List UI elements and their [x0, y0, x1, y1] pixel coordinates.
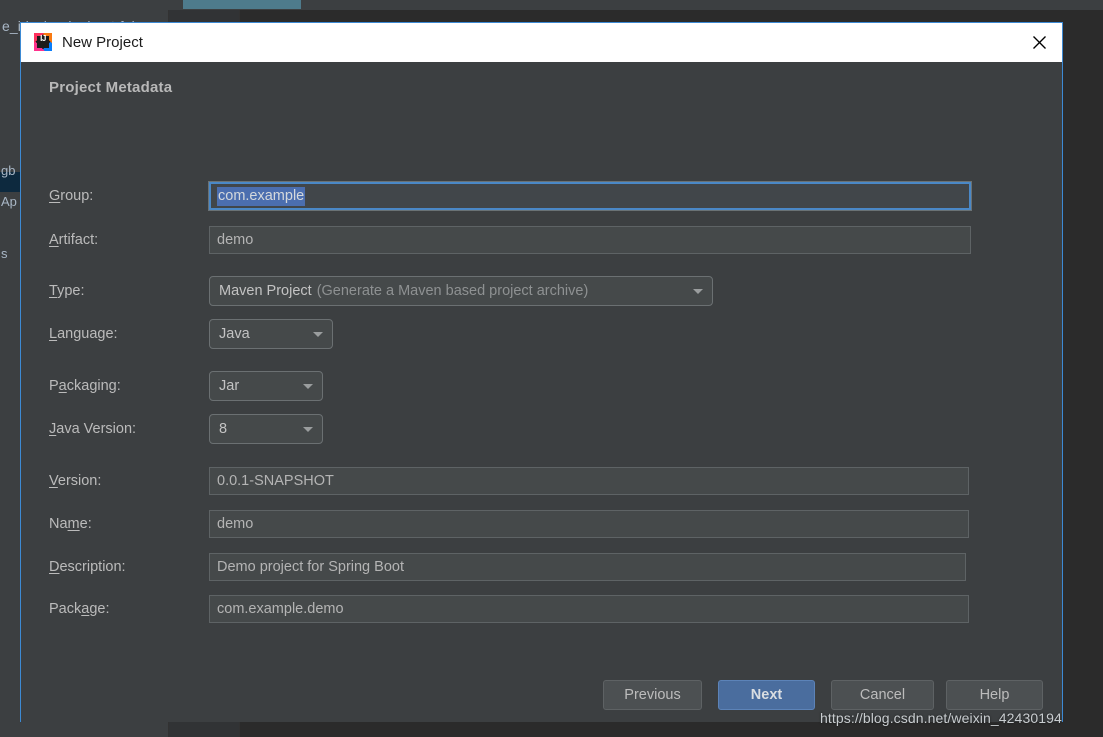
label-artifact: Artifact: [49, 232, 99, 248]
form-row-name: Name: demo [49, 510, 1049, 538]
watermark-url: https://blog.csdn.net/weixin_42430194 [820, 710, 1062, 726]
ide-tree-item-1[interactable]: Ap [1, 194, 17, 209]
intellij-idea-icon: IJ [34, 33, 52, 51]
section-title: Project Metadata [49, 79, 173, 96]
form-row-description: Description: Demo project for Spring Boot [49, 553, 1049, 581]
label-type: Type: [49, 283, 85, 299]
label-java-version: Java Version: [49, 421, 137, 437]
dialog-titlebar[interactable]: IJ New Project [21, 23, 1062, 62]
form-row-java-version: Java Version: 8 [49, 414, 1049, 444]
language-select[interactable]: Java [209, 319, 333, 349]
group-value: com.example [217, 186, 306, 206]
java-version-value: 8 [219, 421, 228, 437]
next-button[interactable]: Next [718, 680, 815, 710]
label-group: Group: [49, 188, 94, 204]
label-language: Language: [49, 326, 118, 342]
artifact-input[interactable]: demo [209, 226, 971, 254]
cancel-button[interactable]: Cancel [831, 680, 934, 710]
label-version: Version: [49, 473, 102, 489]
ide-tree-item-2[interactable]: s [1, 246, 8, 261]
chevron-down-icon [303, 427, 313, 432]
form-row-package: Package: com.example.demo [49, 595, 1049, 623]
type-value: Maven Project [219, 283, 312, 299]
package-value: com.example.demo [217, 601, 344, 617]
artifact-value: demo [217, 232, 254, 248]
name-value: demo [217, 516, 254, 532]
form-row-group: Group: com.example [49, 182, 1049, 210]
chevron-down-icon [693, 289, 703, 294]
group-input[interactable]: com.example [209, 182, 971, 210]
label-description: Description: [49, 559, 126, 575]
packaging-select[interactable]: Jar [209, 371, 323, 401]
form-row-language: Language: Java [49, 319, 1049, 349]
label-packaging: Packaging: [49, 378, 121, 394]
language-value: Java [219, 326, 250, 342]
help-button[interactable]: Help [946, 680, 1043, 710]
new-project-dialog: IJ New Project Project Metadata Group: co… [20, 22, 1063, 722]
form-row-artifact: Artifact: demo [49, 226, 1049, 254]
label-name: Name: [49, 516, 92, 532]
name-input[interactable]: demo [209, 510, 969, 538]
form-row-packaging: Packaging: Jar [49, 371, 1049, 401]
ide-toolbar-strip [0, 0, 1103, 10]
intellij-idea-icon-text: IJ [40, 34, 46, 43]
version-value: 0.0.1-SNAPSHOT [217, 473, 334, 489]
java-version-select[interactable]: 8 [209, 414, 323, 444]
previous-button[interactable]: Previous [603, 680, 702, 710]
dialog-title: New Project [62, 33, 143, 51]
description-value: Demo project for Spring Boot [217, 559, 404, 575]
packaging-value: Jar [219, 378, 240, 394]
version-input[interactable]: 0.0.1-SNAPSHOT [209, 467, 969, 495]
ide-tree-item-0[interactable]: gb [1, 163, 15, 178]
chevron-down-icon [313, 332, 323, 337]
label-package: Package: [49, 601, 110, 617]
chevron-down-icon [303, 384, 313, 389]
close-icon[interactable] [1016, 23, 1062, 61]
dialog-body: Project Metadata Group: com.example Artifa… [21, 62, 1062, 722]
type-value-hint: (Generate a Maven based project archive) [316, 283, 589, 299]
description-input[interactable]: Demo project for Spring Boot [209, 553, 966, 581]
ide-tab-selected[interactable] [183, 0, 301, 9]
form-row-type: Type: Maven Project (Generate a Maven base… [49, 276, 1049, 306]
form-row-version: Version: 0.0.1-SNAPSHOT [49, 467, 1049, 495]
package-input[interactable]: com.example.demo [209, 595, 969, 623]
type-select[interactable]: Maven Project (Generate a Maven based pro… [209, 276, 713, 306]
